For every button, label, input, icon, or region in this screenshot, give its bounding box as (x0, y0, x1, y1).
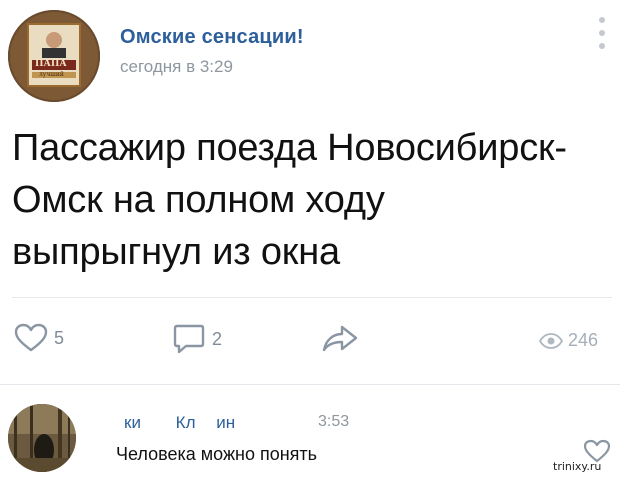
comment-icon (173, 324, 205, 354)
post-text: Пассажир поезда Новосибирск- Омск на пол… (12, 122, 616, 278)
like-button[interactable]: 5 (14, 323, 64, 353)
post-text-line: выпрыгнул из окна (12, 231, 340, 273)
divider (0, 384, 620, 385)
comment-count: 2 (212, 328, 223, 349)
comment-author-avatar[interactable] (8, 404, 76, 472)
share-icon (322, 325, 358, 352)
post-time: сегодня в 3:29 (120, 57, 233, 76)
share-button[interactable] (320, 322, 360, 354)
views-count: 246 (568, 330, 599, 350)
heart-icon (14, 323, 48, 352)
watermark: trinixy.ru (553, 460, 602, 473)
avatar-label-bottom: лучший (39, 71, 64, 78)
comment-author-name[interactable]: ки Кл ин (116, 413, 235, 433)
post-text-line: Пассажир поезда Новосибирск- (12, 127, 567, 169)
comment-time: 3:53 (318, 413, 350, 430)
comment-author-part: Кл (175, 413, 196, 432)
divider (12, 297, 612, 298)
comment-text: Человека можно понять (116, 444, 318, 464)
more-icon[interactable] (597, 17, 607, 51)
avatar-label-top: ПАПА (35, 59, 67, 69)
group-name-link[interactable]: Омские сенсации! (120, 26, 304, 49)
comment-author-part: ки (124, 413, 141, 432)
post-text-line: Омск на полном ходу (12, 179, 385, 221)
group-avatar[interactable]: ПАПА лучший (8, 10, 100, 102)
views-counter: 246 (539, 330, 598, 351)
comment-button[interactable]: 2 (172, 323, 222, 355)
comment-author-part: ин (216, 413, 236, 432)
like-count: 5 (54, 327, 65, 348)
eye-icon (539, 332, 563, 349)
